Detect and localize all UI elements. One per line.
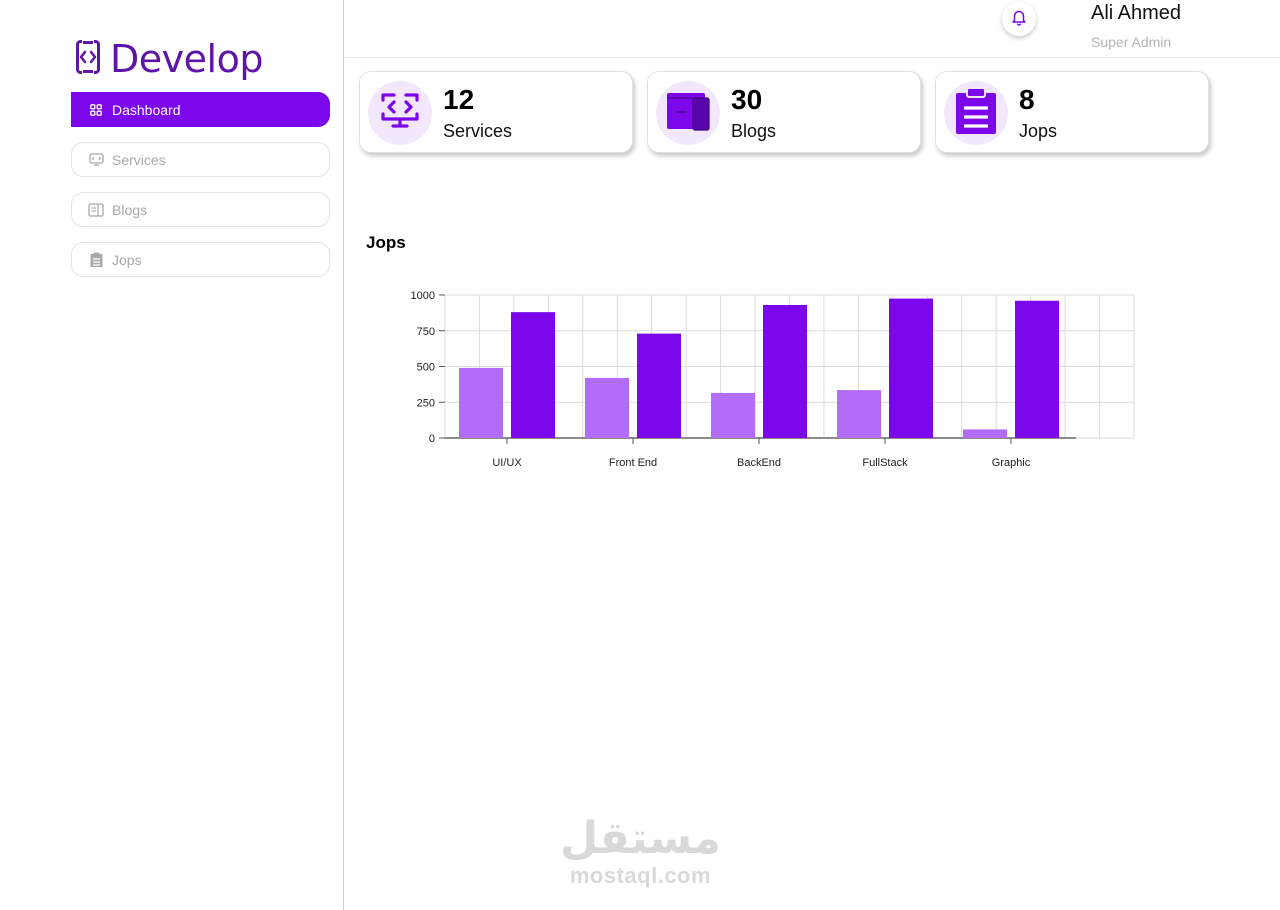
stat-icon-circle — [656, 81, 720, 145]
top-bar: Ali Ahmed Super Admin — [345, 0, 1280, 58]
bar-uiux-s2 — [511, 312, 555, 438]
sidebar-item-label: Services — [112, 151, 166, 168]
brand-name: Develop — [110, 37, 263, 81]
code-brackets-icon — [76, 39, 100, 79]
x-tick-label: Front End — [609, 457, 657, 469]
y-tick-label: 500 — [417, 362, 435, 374]
bar-fullstack-s2 — [889, 298, 933, 438]
bar-graphic-s1 — [963, 429, 1007, 438]
watermark-arabic: مستقل — [560, 813, 721, 864]
user-name[interactable]: Ali Ahmed — [1091, 2, 1181, 25]
watermark: مستقل mostaql.com — [560, 815, 721, 889]
y-tick-label: 0 — [429, 433, 435, 445]
bell-icon — [1010, 8, 1028, 31]
stat-value: 8 — [1019, 84, 1035, 115]
code-screen-icon — [379, 91, 421, 136]
sidebar-nav: Dashboard Services Blogs Jops — [71, 92, 330, 292]
sidebar-item-label: Dashboard — [112, 101, 181, 118]
notification-button[interactable] — [1002, 2, 1036, 36]
bar-graphic-s2 — [1015, 300, 1059, 438]
jops-bar-chart: 0 250 500 750 1000 UI/UX Front End BackEnd FullS… — [411, 290, 1135, 469]
document-icon — [88, 202, 104, 218]
stat-icon-circle — [368, 81, 432, 145]
stat-value: 12 — [443, 84, 475, 115]
sidebar-item-services[interactable]: Services — [71, 142, 330, 177]
sidebar-item-blogs[interactable]: Blogs — [71, 192, 330, 227]
x-tick-label: BackEnd — [737, 457, 781, 469]
sidebar-item-label: Blogs — [112, 201, 148, 218]
bar-fullstack-s1 — [837, 390, 881, 438]
x-tick-label: FullStack — [862, 457, 908, 469]
bar-backend-s2 — [763, 305, 807, 438]
sidebar-item-dashboard[interactable]: Dashboard — [71, 92, 330, 127]
bar-backend-s1 — [711, 392, 755, 438]
clipboard-icon — [956, 86, 996, 139]
clipboard-icon — [88, 252, 104, 268]
y-tick-label: 250 — [417, 397, 435, 409]
stat-card-jops[interactable]: 8 Jops — [935, 71, 1209, 153]
bar-frontend-s2 — [637, 333, 681, 438]
sidebar: Develop Dashboard Services Blogs Jops — [0, 0, 344, 910]
stat-label: Blogs — [731, 121, 777, 141]
bar-frontend-s1 — [585, 377, 629, 438]
stat-card-services[interactable]: 12 Services — [359, 71, 633, 153]
watermark-latin: mostaql.com — [569, 863, 712, 888]
code-screen-icon — [88, 152, 104, 168]
y-tick-label: 1000 — [411, 290, 435, 302]
x-tick-label: UI/UX — [492, 457, 522, 469]
stat-icon-circle — [944, 81, 1008, 145]
stat-label: Services — [443, 121, 513, 141]
chart-title: Jops — [366, 233, 406, 252]
brand-logo[interactable]: Develop — [76, 37, 263, 81]
stat-label: Jops — [1019, 121, 1058, 141]
stat-value: 30 — [731, 84, 763, 115]
y-tick-label: 750 — [417, 326, 435, 338]
x-tick-label: Graphic — [992, 457, 1031, 469]
sidebar-item-jops[interactable]: Jops — [71, 242, 330, 277]
stat-card-blogs[interactable]: 30 Blogs — [647, 71, 921, 153]
bar-uiux-s1 — [459, 367, 503, 438]
sidebar-item-label: Jops — [112, 251, 142, 268]
user-role: Super Admin — [1091, 34, 1172, 50]
folder-icon — [665, 90, 711, 137]
grid-icon — [88, 102, 104, 118]
